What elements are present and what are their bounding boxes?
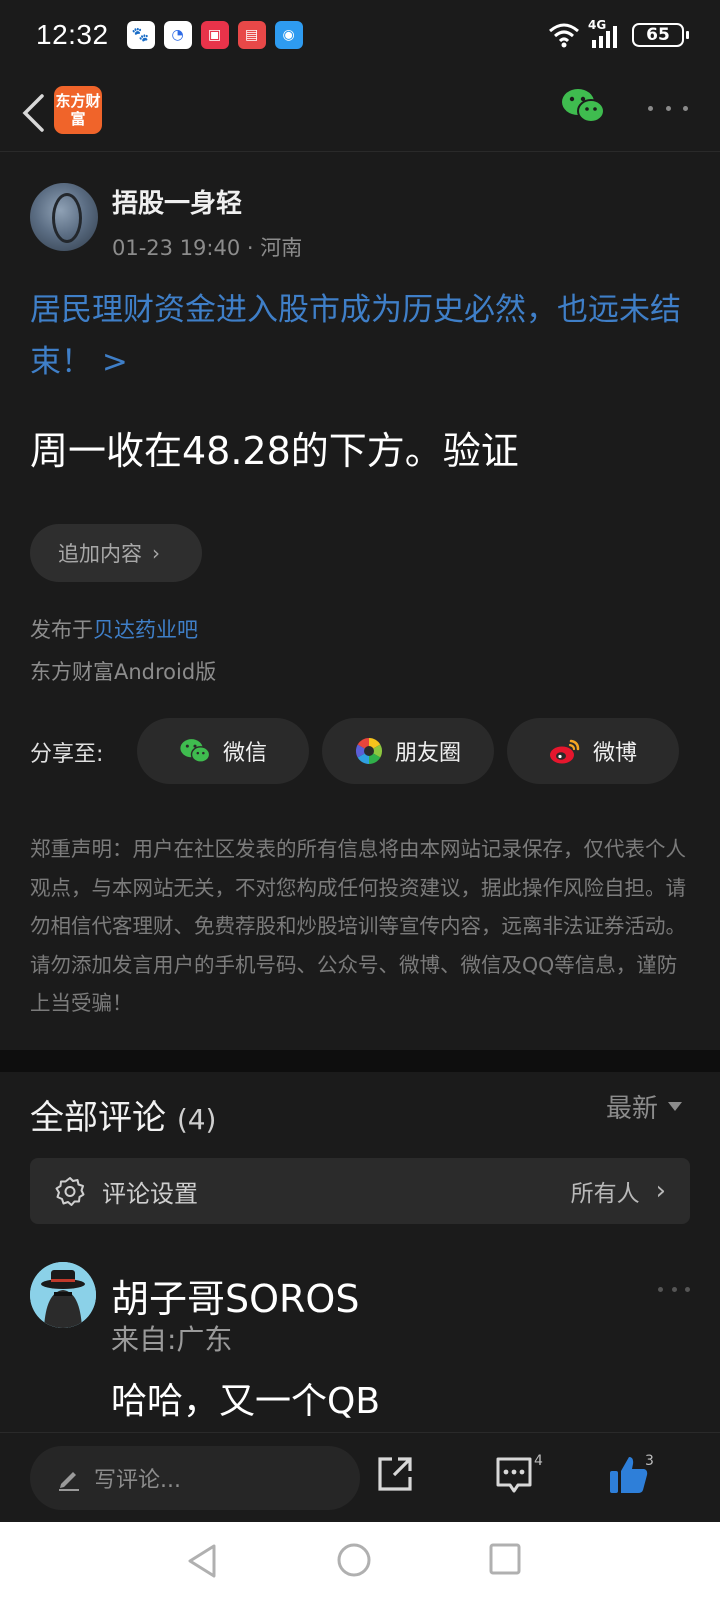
message-app-notification-icon: ◉ (274, 21, 303, 49)
section-divider (0, 1050, 720, 1072)
commenter-avatar[interactable] (30, 1262, 96, 1328)
comment-settings-label: 评论设置 (102, 1179, 198, 1208)
system-back-button[interactable] (184, 1542, 224, 1582)
status-bar: 12:32 🐾 ◔ ▣ ▤ ◉ 4G 65 (0, 0, 720, 70)
published-prefix: 发布于 (30, 618, 93, 642)
square-recents-icon (489, 1543, 521, 1575)
post-author[interactable]: 捂股一身轻 01-23 19:40 · 河南 (30, 183, 302, 262)
network-type-label: 4G (588, 18, 607, 32)
post-location: · 河南 (246, 236, 303, 260)
eastmoney-logo[interactable]: 东方财富 (54, 86, 102, 134)
share-weibo-button[interactable]: 微博 (507, 718, 679, 784)
wechat-icon (180, 739, 211, 763)
comment-bubble-icon (496, 1457, 532, 1493)
share-weibo-label: 微博 (592, 741, 637, 766)
pencil-icon (59, 1472, 79, 1491)
comment-count-badge: 4 (534, 1453, 543, 1469)
status-time: 12:32 (36, 19, 109, 50)
post-content: 周一收在48.28的下方。验证 (30, 429, 519, 473)
author-name[interactable]: 捂股一身轻 (112, 183, 302, 220)
comments-title: 全部评论 (30, 1098, 166, 1138)
system-navigation-bar (0, 1522, 720, 1600)
share-moments-button[interactable]: 朋友圈 (322, 718, 494, 784)
top-nav-bar: 东方财富 (0, 74, 720, 152)
share-wechat-button[interactable]: 微信 (137, 718, 309, 784)
post-headline-link[interactable]: 居民理财资金进入股市成为历史必然，也远未结束！ > (30, 284, 690, 388)
share-wechat-label: 微信 (222, 741, 267, 766)
wifi-icon (549, 23, 579, 48)
comment-settings-row[interactable]: 评论设置 所有人 › (30, 1158, 690, 1224)
hat-figure-avatar-icon (30, 1262, 96, 1328)
share-button[interactable] (376, 1455, 422, 1501)
moments-icon (355, 737, 383, 765)
write-comment-input[interactable]: 写评论... (30, 1446, 360, 1510)
back-button[interactable] (16, 86, 50, 140)
commenter-location: 来自:广东 (111, 1323, 233, 1356)
author-avatar[interactable] (30, 183, 98, 251)
commenter-name[interactable]: 胡子哥SOROS (111, 1268, 359, 1323)
sort-label: 最新 (606, 1094, 659, 1124)
sort-dropdown[interactable]: 最新 (606, 1088, 683, 1125)
system-recents-button[interactable] (488, 1542, 528, 1582)
like-count-badge: 3 (645, 1453, 654, 1469)
bottom-action-bar: 写评论... 4 3 (0, 1432, 720, 1522)
cellular-signal-icon: 4G (588, 18, 624, 48)
share-moments-label: 朋友圈 (394, 741, 461, 766)
more-options-button[interactable] (648, 94, 688, 122)
baidu-notification-icon: 🐾 (126, 21, 155, 49)
baidu-app-notification-icon: ◔ (163, 21, 192, 49)
circle-home-icon (337, 1543, 371, 1577)
write-comment-placeholder: 写评论... (94, 1468, 181, 1493)
published-in: 发布于贝达药业吧 (30, 614, 198, 644)
gear-icon (55, 1177, 85, 1206)
chevron-right-icon: › (655, 1176, 666, 1206)
comments-count: (4) (176, 1103, 217, 1136)
notification-icons: 🐾 ◔ ▣ ▤ ◉ (126, 21, 303, 49)
comment-text: 哈哈，又一个QB (111, 1381, 381, 1422)
app-source: 东方财富Android版 (30, 660, 217, 684)
wechat-icon (562, 89, 605, 123)
caret-down-icon (668, 1102, 683, 1111)
chevron-right-icon: › (152, 541, 160, 565)
add-content-label: 追加内容 (58, 542, 142, 566)
share-out-icon (378, 1457, 412, 1491)
triangle-back-icon (188, 1544, 216, 1578)
thumbs-up-icon (610, 1457, 648, 1493)
post-meta: 01-23 19:40 · 河南 (112, 232, 302, 262)
battery-icon: 65 (632, 23, 689, 47)
add-content-button[interactable]: 追加内容 › (30, 524, 202, 582)
comments-header: 全部评论 (4) (30, 1090, 216, 1139)
wechat-share-button[interactable] (560, 86, 610, 130)
disclaimer-text: 郑重声明：用户在社区发表的所有信息将由本网站记录保存，仅代表个人观点，与本网站无… (30, 837, 686, 1015)
comment-settings-value: 所有人 (570, 1181, 640, 1207)
back-arrow-icon (22, 94, 44, 132)
share-label: 分享至: (30, 742, 104, 767)
system-home-button[interactable] (336, 1542, 376, 1582)
post-datetime: 01-23 19:40 (112, 236, 241, 260)
weibo-icon (549, 739, 580, 764)
video-app-notification-icon: ▣ (200, 21, 229, 49)
stock-bar-link[interactable]: 贝达药业吧 (93, 618, 198, 642)
battery-level: 65 (646, 25, 670, 45)
comment-more-button[interactable] (658, 1284, 690, 1294)
book-app-notification-icon: ▤ (237, 21, 266, 49)
